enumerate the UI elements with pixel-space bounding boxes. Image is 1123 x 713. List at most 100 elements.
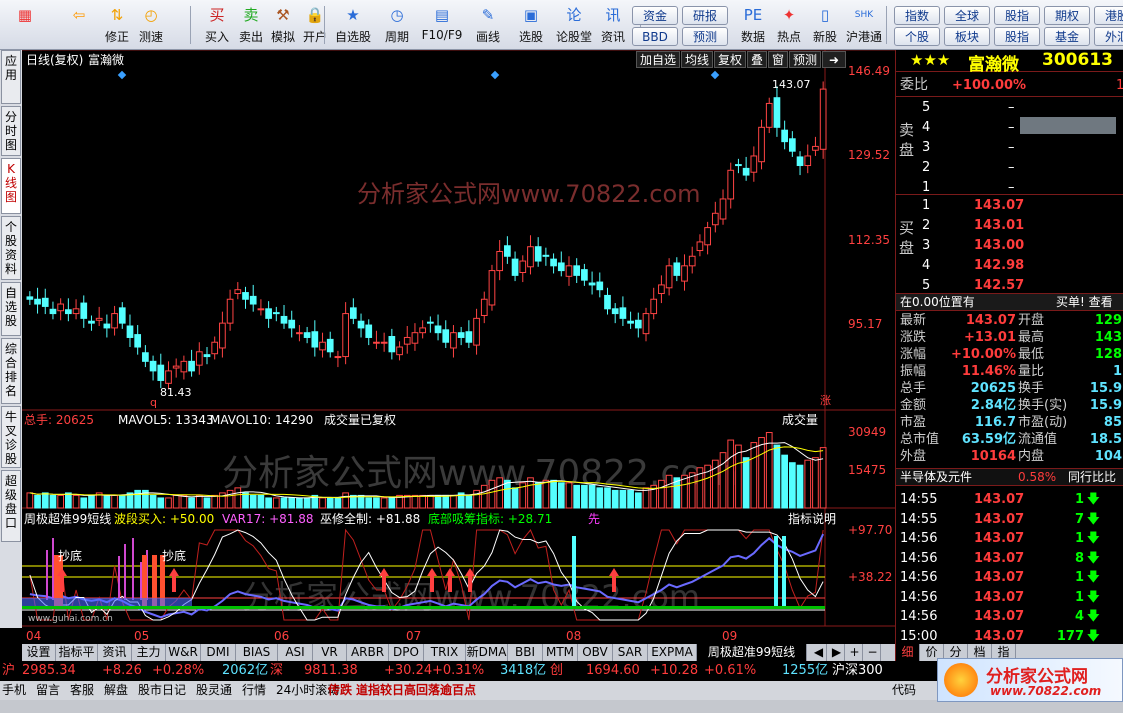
volume-bar[interactable] (134, 489, 142, 509)
candle[interactable] (758, 126, 765, 163)
indicator-tab[interactable]: BBI (508, 644, 543, 661)
indicator-tab[interactable]: OBV (578, 644, 613, 661)
volume-bar[interactable] (604, 487, 611, 509)
volume-bar[interactable] (195, 494, 203, 509)
volume-bar[interactable] (411, 494, 419, 509)
candle[interactable] (719, 198, 727, 220)
indicator-tab[interactable]: ASI (278, 644, 313, 661)
sell-level-row[interactable]: 3– (896, 138, 1123, 157)
volume-bar[interactable] (26, 492, 34, 509)
volume-bar[interactable] (103, 494, 111, 509)
candle[interactable] (72, 308, 80, 315)
volume-bar[interactable] (442, 494, 450, 509)
volume-bar[interactable] (111, 494, 118, 509)
volume-bar[interactable] (804, 459, 812, 509)
candle[interactable] (272, 312, 280, 315)
candle[interactable] (342, 313, 349, 358)
market-pill-button[interactable]: 股指 (994, 6, 1040, 25)
candle[interactable] (303, 332, 311, 338)
buy-level-row[interactable]: 1 143.07 (896, 196, 1123, 215)
candle[interactable] (65, 309, 72, 315)
market-pill-button[interactable]: 股指 (994, 27, 1040, 46)
candle[interactable] (727, 169, 735, 200)
volume-bar[interactable] (57, 494, 65, 509)
candle[interactable] (711, 212, 719, 226)
status-item[interactable]: 行情 (242, 681, 266, 700)
volume-bar[interactable] (118, 494, 126, 509)
volume-bar[interactable] (188, 497, 195, 509)
volume-bar[interactable] (434, 494, 442, 509)
candle[interactable] (504, 245, 511, 257)
buy-level-row[interactable]: 4 142.98 (896, 256, 1123, 275)
candle[interactable] (411, 332, 419, 344)
candle[interactable] (357, 320, 365, 329)
volume-bar[interactable] (681, 474, 688, 509)
candle[interactable] (750, 155, 758, 173)
buy-level-row[interactable]: 2 143.01 (896, 216, 1123, 235)
candle[interactable] (519, 260, 527, 274)
volume-bar[interactable] (581, 484, 588, 509)
candle[interactable] (134, 334, 142, 348)
quick-pill-button[interactable]: 研报 (682, 6, 728, 25)
quick-pill-button[interactable]: 资金 (632, 6, 678, 25)
candle[interactable] (696, 241, 704, 252)
candle[interactable] (226, 298, 234, 324)
volume-bar[interactable] (334, 497, 342, 509)
market-pill-button[interactable]: 港股 (1094, 6, 1123, 25)
volume-bar[interactable] (172, 494, 180, 509)
volume-bar[interactable] (65, 492, 72, 509)
volume-bar[interactable] (419, 494, 426, 509)
candle[interactable] (634, 319, 642, 329)
candle[interactable] (550, 258, 557, 267)
volume-bar[interactable] (280, 497, 288, 509)
candle[interactable] (673, 262, 681, 276)
candle[interactable] (388, 336, 396, 353)
volume-bar[interactable] (658, 479, 665, 509)
volume-bar[interactable] (550, 479, 557, 509)
candle[interactable] (142, 352, 149, 362)
candle[interactable] (334, 356, 342, 359)
volume-bar[interactable] (249, 494, 257, 509)
candle[interactable] (534, 246, 542, 262)
candle[interactable] (804, 155, 812, 167)
candle[interactable] (34, 298, 41, 305)
volume-bar[interactable] (180, 494, 188, 509)
candle[interactable] (111, 313, 118, 329)
sell-button[interactable]: 卖卖出 (234, 4, 268, 48)
news-headline[interactable]: 道指较日高回落逾百点 (356, 681, 476, 700)
candle[interactable] (511, 258, 519, 276)
indicator-tab[interactable]: DMI (201, 644, 236, 661)
volume-bar[interactable] (34, 494, 41, 509)
chart-header-button[interactable]: 均线 (681, 51, 713, 68)
left-tab-2[interactable]: K线图 (1, 158, 21, 214)
candle[interactable] (496, 250, 504, 272)
candle[interactable] (596, 281, 604, 291)
volume-bar[interactable] (634, 492, 642, 509)
candle[interactable] (403, 336, 411, 345)
market-pill-button[interactable]: 板块 (944, 27, 990, 46)
chart-header-button[interactable]: 窗 (768, 51, 788, 68)
indicator-tab[interactable]: ARBR (347, 644, 389, 661)
candle[interactable] (118, 307, 126, 324)
chart-header-button[interactable]: 加自选 (636, 51, 680, 68)
volume-bar[interactable] (357, 494, 365, 509)
candle[interactable] (103, 323, 111, 329)
stock-button[interactable]: ⇅ 修正 (100, 4, 134, 48)
candle[interactable] (172, 365, 180, 369)
candle[interactable] (380, 341, 388, 344)
candle[interactable] (704, 227, 711, 246)
candle[interactable] (49, 308, 57, 315)
volume-bar[interactable] (373, 497, 380, 509)
hot-button[interactable]: ✦ 热点 (772, 4, 806, 48)
volume-bar[interactable] (542, 479, 550, 509)
volume-bar[interactable] (265, 497, 272, 509)
volume-bar[interactable] (88, 494, 95, 509)
candle[interactable] (765, 102, 773, 128)
volume-bar[interactable] (427, 494, 434, 509)
forum-button[interactable]: 论论股堂 (552, 4, 596, 48)
volume-bar[interactable] (665, 474, 673, 509)
indicator-tab[interactable]: TRIX (424, 644, 466, 661)
candle[interactable] (265, 308, 272, 319)
volume-bar[interactable] (319, 497, 326, 509)
candle[interactable] (396, 346, 403, 356)
